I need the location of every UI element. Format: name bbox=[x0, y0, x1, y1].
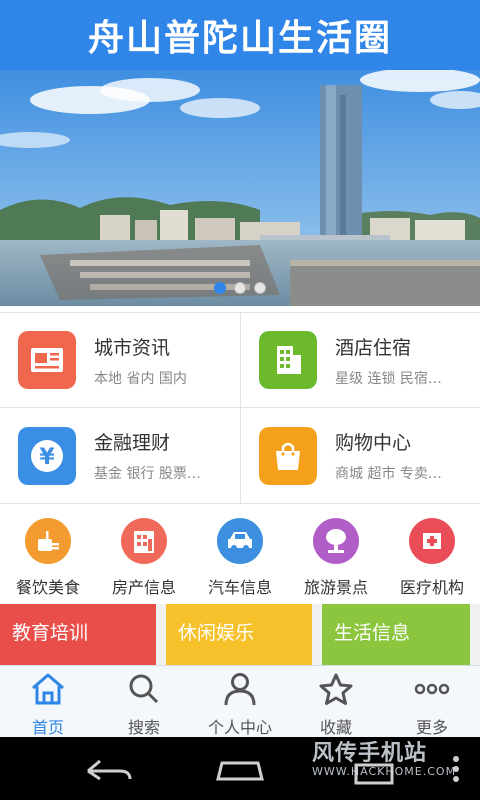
main-services-grid: 城市资讯本地 省内 国内 酒店住宿星级 连锁 民宿… ¥ 金融理财基金 银行 股票… 购… bbox=[0, 312, 480, 504]
home-button[interactable] bbox=[216, 761, 264, 781]
app-header: 舟山普陀山生活圈 bbox=[0, 0, 480, 70]
feature-card[interactable]: 休闲娱乐 bbox=[166, 604, 312, 668]
back-icon bbox=[87, 759, 132, 781]
tree-icon bbox=[313, 518, 359, 564]
service-text: 城市资讯本地 省内 国内 bbox=[94, 333, 224, 388]
service-subtitle: 商城 超市 专卖… bbox=[335, 466, 442, 482]
category-label: 汽车信息 bbox=[207, 578, 272, 597]
tab-label: 搜索 bbox=[127, 718, 160, 737]
service-text: 金融理财基金 银行 股票… bbox=[94, 428, 224, 483]
service-text: 酒店住宿星级 连锁 民宿… bbox=[335, 333, 465, 388]
category-label: 旅游景点 bbox=[303, 578, 368, 597]
tab-home[interactable]: 首页 bbox=[0, 666, 96, 737]
car-icon bbox=[217, 518, 263, 564]
more-icon bbox=[413, 666, 451, 710]
shopping-bag-icon bbox=[259, 426, 317, 485]
service-title: 酒店住宿 bbox=[335, 336, 412, 359]
svg-text:¥: ¥ bbox=[39, 445, 55, 470]
tab-search[interactable]: 搜索 bbox=[96, 666, 192, 737]
feature-card[interactable]: 生活信息 bbox=[322, 604, 470, 668]
category-label: 房产信息 bbox=[111, 578, 176, 597]
category-house[interactable]: 房产信息 bbox=[96, 510, 192, 602]
service-tile-shopping-bag[interactable]: 购物中心商城 超市 专卖… bbox=[240, 408, 480, 504]
tab-user[interactable]: 个人中心 bbox=[192, 666, 288, 737]
hospital-icon bbox=[409, 518, 455, 564]
home-key-icon bbox=[216, 761, 264, 781]
back-button[interactable] bbox=[87, 759, 132, 781]
carousel-dot[interactable] bbox=[234, 282, 246, 294]
carousel-dot[interactable] bbox=[254, 282, 266, 294]
category-label: 餐饮美食 bbox=[15, 578, 80, 597]
tab-more[interactable]: 更多 bbox=[384, 666, 480, 737]
tab-label: 收藏 bbox=[319, 718, 352, 737]
tab-label: 更多 bbox=[415, 718, 448, 737]
category-tree[interactable]: 旅游景点 bbox=[288, 510, 384, 602]
service-tile-yen[interactable]: ¥ 金融理财基金 银行 股票… bbox=[0, 408, 240, 504]
service-title: 城市资讯 bbox=[94, 336, 171, 359]
bottom-tab-bar: 首页 搜索 个人中心 收藏 更多 bbox=[0, 665, 480, 737]
service-subtitle: 星级 连锁 民宿… bbox=[335, 370, 442, 387]
banner-image bbox=[0, 70, 480, 306]
feature-card-label: 生活信息 bbox=[334, 622, 411, 644]
watermark-title: 风传手机站 bbox=[312, 741, 428, 766]
newspaper-icon bbox=[18, 331, 76, 389]
home-icon bbox=[29, 666, 67, 710]
star-icon bbox=[317, 666, 355, 710]
category-label: 医疗机构 bbox=[399, 578, 464, 597]
tab-label: 个人中心 bbox=[207, 718, 272, 737]
feature-card-label: 休闲娱乐 bbox=[178, 622, 255, 644]
service-text: 购物中心商城 超市 专卖… bbox=[335, 428, 465, 483]
app-title: 舟山普陀山生活圈 bbox=[87, 18, 392, 59]
yen-icon: ¥ bbox=[18, 426, 76, 485]
category-hospital[interactable]: 医疗机构 bbox=[384, 510, 480, 602]
search-icon bbox=[125, 666, 163, 710]
service-title: 购物中心 bbox=[335, 432, 412, 454]
banner-carousel[interactable] bbox=[0, 70, 480, 306]
carousel-dot[interactable] bbox=[214, 282, 226, 294]
house-icon bbox=[121, 518, 167, 564]
category-car[interactable]: 汽车信息 bbox=[192, 510, 288, 602]
feature-card-label: 教育培训 bbox=[12, 622, 89, 644]
category-row: 餐饮美食 房产信息 汽车信息 旅游景点 医疗机构 bbox=[0, 510, 480, 602]
tab-label: 首页 bbox=[31, 718, 64, 737]
building-icon bbox=[259, 331, 317, 389]
watermark: 风传手机站 WWW.HACKHOME.COM bbox=[312, 741, 457, 779]
tab-star[interactable]: 收藏 bbox=[288, 666, 384, 737]
user-icon bbox=[221, 666, 259, 710]
food-icon bbox=[25, 518, 71, 564]
service-tile-building[interactable]: 酒店住宿星级 连锁 民宿… bbox=[240, 312, 480, 408]
feature-cards: 教育培训 休闲娱乐 生活信息 bbox=[0, 604, 480, 668]
service-subtitle: 基金 银行 股票… bbox=[94, 466, 201, 482]
feature-card[interactable]: 教育培训 bbox=[0, 604, 156, 668]
watermark-url: WWW.HACKHOME.COM bbox=[312, 765, 457, 779]
category-food[interactable]: 餐饮美食 bbox=[0, 510, 96, 602]
service-title: 金融理财 bbox=[94, 432, 171, 454]
carousel-indicator bbox=[0, 282, 480, 294]
service-tile-newspaper[interactable]: 城市资讯本地 省内 国内 bbox=[0, 312, 240, 408]
service-subtitle: 本地 省内 国内 bbox=[94, 370, 187, 387]
